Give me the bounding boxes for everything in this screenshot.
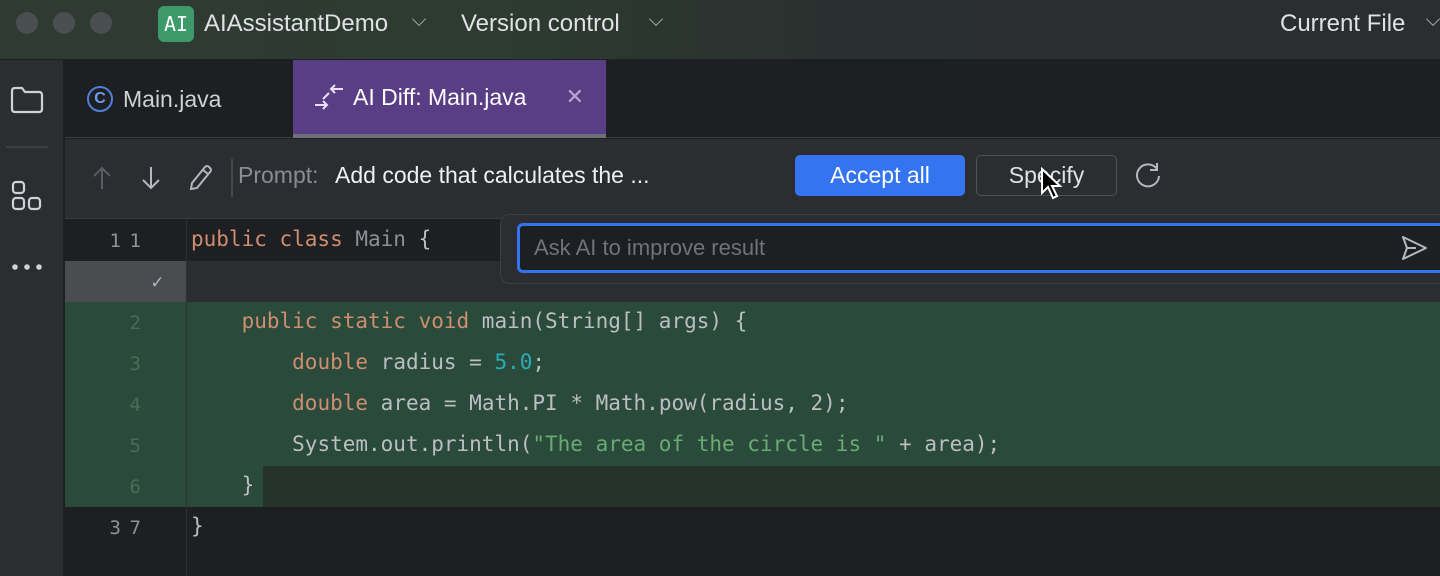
project-selector[interactable]: AIAssistantDemo [204,10,388,38]
title-bar: AI AIAssistantDemo Version control Curre… [0,0,1440,60]
code-line: public class Main { [191,227,432,251]
chevron-down-icon [411,11,427,27]
project-badge: AI [158,6,194,42]
more-icon[interactable] [10,262,44,272]
next-change-icon[interactable] [140,165,162,191]
code-row-added: 5 System.out.println("The area of the ci… [65,425,1440,466]
prompt-text: Add code that calculates the ... [335,162,650,188]
accept-all-button[interactable]: Accept all [795,155,965,196]
code-line: double radius = 5.0; [292,350,546,374]
code-row-added: 6 } [65,466,1440,507]
prompt-label: Prompt: [238,162,319,188]
code-line: public static void main(String[] args) { [241,309,748,333]
code-row: 3 7 } [65,507,1440,548]
regenerate-icon[interactable] [1133,161,1163,191]
line-number-right: 1 [129,230,141,252]
ask-ai-input[interactable] [517,223,1440,273]
structure-icon[interactable] [11,180,43,212]
divider [6,146,48,148]
tool-window-strip [0,60,64,576]
tab-label: Main.java [123,85,222,112]
divider [231,159,233,197]
previous-change-icon[interactable] [91,165,113,191]
tab-main-java[interactable]: C Main.java [87,60,221,138]
tab-label: AI Diff: Main.java [353,83,527,110]
run-config-selector[interactable]: Current File [1280,10,1405,38]
folder-icon[interactable] [10,86,44,114]
chevron-down-icon [648,11,664,27]
mouse-cursor-icon [1041,167,1063,200]
accept-check-icon[interactable]: ✓ [65,271,163,293]
line-number-right: 6 [129,476,141,498]
window-close-button[interactable] [16,12,38,34]
chevron-down-icon [1425,11,1440,27]
diff-icon [315,84,343,110]
line-number-right: 2 [129,312,141,334]
code-line: } [191,514,204,538]
diff-editor: Prompt: Add code that calculates the ...… [65,139,1440,576]
vcs-selector[interactable]: Version control [461,10,620,38]
code-row-added: 3 double radius = 5.0; [65,343,1440,384]
tab-ai-diff[interactable]: AI Diff: Main.java ✕ [293,60,606,138]
send-icon[interactable] [1400,234,1428,262]
code-line: double area = Math.PI * Math.pow(radius,… [292,391,849,415]
window-zoom-button[interactable] [90,12,112,34]
code-row-added: 2 public static void main(String[] args)… [65,302,1440,343]
edit-prompt-icon[interactable] [187,163,213,191]
code-row-added: 4 double area = Math.PI * Math.pow(radiu… [65,384,1440,425]
line-number-right: 3 [129,353,141,375]
gutter-divider [186,220,187,576]
code-line: System.out.println("The area of the circ… [292,432,1001,456]
code-line: } [241,473,255,497]
java-class-icon: C [87,86,113,112]
line-number-right: 4 [129,394,141,416]
close-tab-icon[interactable]: ✕ [566,84,584,110]
line-number-right: 7 [129,517,141,539]
line-number-right: 5 [129,435,141,457]
diff-toolbar: Prompt: Add code that calculates the ...… [65,139,1440,219]
editor-tab-bar: C Main.java AI Diff: Main.java ✕ [65,60,1440,138]
window-minimize-button[interactable] [53,12,75,34]
